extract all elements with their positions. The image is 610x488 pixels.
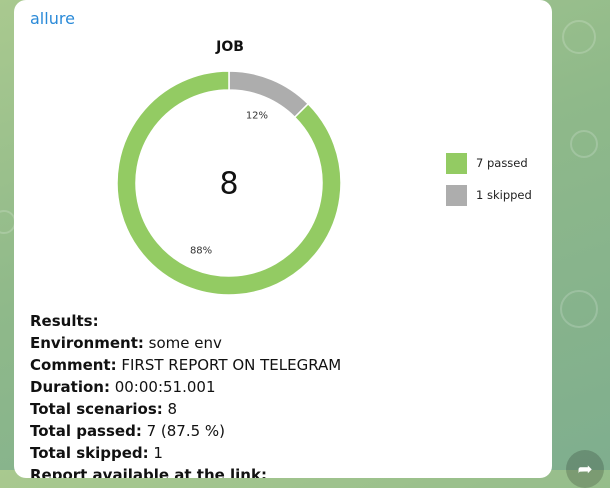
results-rows: Environment: some env Comment: FIRST REPO… <box>30 332 540 464</box>
result-value: 8 <box>162 400 178 418</box>
slice-percent-label: 12% <box>246 111 268 122</box>
legend-label: 1 skipped <box>476 188 532 202</box>
legend-swatch <box>446 184 467 206</box>
result-value: 1 <box>148 444 163 462</box>
chart-title: JOB <box>216 39 244 55</box>
slice-percent-label: 88% <box>190 245 212 256</box>
legend-item: 1 skipped <box>446 184 532 206</box>
pie-chart: JOB 12% 88% 8 7 passed 1 skipped <box>14 28 552 303</box>
results-text: Results: Environment: some env Comment: F… <box>30 310 540 478</box>
result-row: Comment: FIRST REPORT ON TELEGRAM <box>30 354 540 376</box>
legend-swatch <box>446 152 467 174</box>
sender-name[interactable]: allure <box>30 9 75 28</box>
result-row: Total passed: 7 (87.5 %) <box>30 420 540 442</box>
wallpaper-doodle <box>562 20 596 54</box>
wallpaper-doodle <box>570 130 598 158</box>
results-header: Results: <box>30 312 99 330</box>
result-value: 00:00:51.001 <box>109 378 216 396</box>
chart-legend: 7 passed 1 skipped <box>446 152 532 216</box>
donut-slice-1-skipped <box>228 70 310 119</box>
result-label: Environment: <box>30 334 144 352</box>
result-value: some env <box>143 334 222 352</box>
result-row: Total scenarios: 8 <box>30 398 540 420</box>
result-row: Environment: some env <box>30 332 540 354</box>
share-arrow-icon[interactable]: ➦ <box>566 450 604 488</box>
legend-label: 7 passed <box>476 156 528 170</box>
result-value: 7 (87.5 %) <box>141 422 226 440</box>
wallpaper-doodle <box>560 290 598 328</box>
result-label: Total passed: <box>30 422 142 440</box>
legend-item: 7 passed <box>446 152 532 174</box>
result-row: Duration: 00:00:51.001 <box>30 376 540 398</box>
result-value: FIRST REPORT ON TELEGRAM <box>116 356 342 374</box>
result-label: Total scenarios: <box>30 400 163 418</box>
donut-chart: 12% 88% 8 <box>116 70 342 296</box>
report-link-label: Report available at the link: <box>30 466 267 478</box>
result-label: Duration: <box>30 378 110 396</box>
center-total-label: 8 <box>219 167 238 202</box>
result-row: Total skipped: 1 <box>30 442 540 464</box>
message-bubble: allure JOB 12% 88% 8 7 passed 1 skipped Res… <box>14 0 552 478</box>
result-label: Total skipped: <box>30 444 149 462</box>
result-label: Comment: <box>30 356 117 374</box>
